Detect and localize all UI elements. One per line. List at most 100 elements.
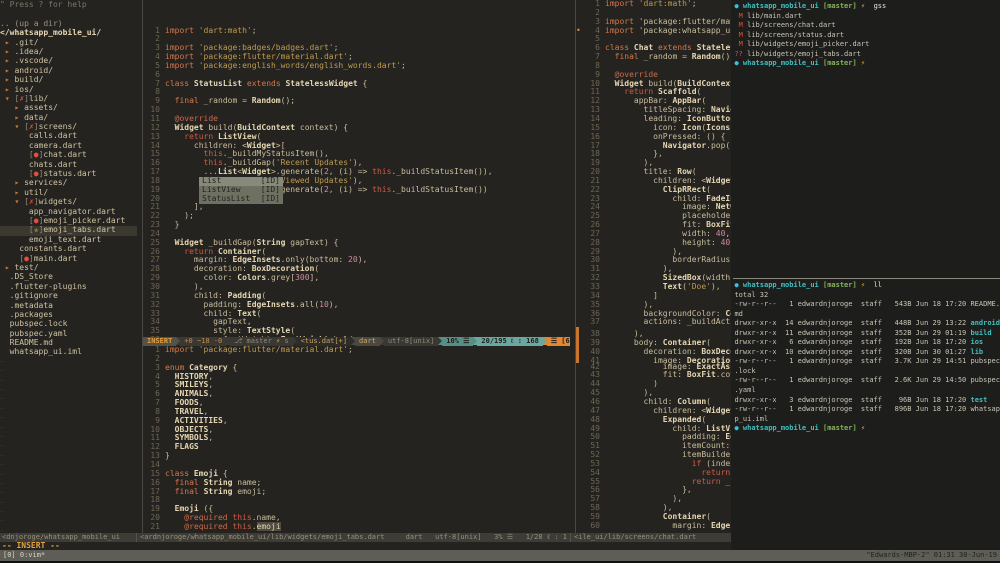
nerdtree-file-explorer[interactable]: " Press ? for help.. (up a dir)</whatsap… bbox=[0, 0, 137, 533]
code-line: 36 fontWeight: FontWeight.bold, bbox=[143, 336, 570, 337]
ls-output-line: -rw-r--r-- 1 edwardnjoroge staff 896B Ju… bbox=[734, 405, 1000, 415]
shell-prompt: ● whatsapp_mobile_ui [master] ⚡ ll bbox=[734, 281, 1000, 291]
code-line: 12 FLAGS bbox=[143, 443, 570, 452]
prompt-dot-icon: ● bbox=[734, 281, 738, 289]
code-line: 17 final String emoji; bbox=[143, 488, 570, 497]
tmux-session: " Press ? for help.. (up a dir)</whatsap… bbox=[0, 0, 1000, 563]
code-line: 1import 'dart:math'; bbox=[143, 27, 570, 36]
ls-output-line: .lock bbox=[734, 367, 1000, 377]
vim-mode-indicator: -- INSERT -- bbox=[0, 542, 731, 550]
code-line: 5import 'package:english_words/english_w… bbox=[143, 62, 570, 71]
tree-arrow-icon: ▸ bbox=[5, 47, 10, 56]
prompt-bolt-icon: ⚡ bbox=[861, 2, 865, 10]
tmux-status-bar: [0] 0:vim* "Edwards-MBP-2" 01:31 30-Jun-… bbox=[0, 550, 1000, 561]
statusline-meta: dart utf-8[unix] 3% ☰ 1/28 ℓ : 1 bbox=[406, 533, 567, 542]
terminal-ls-output[interactable]: ● whatsapp_mobile_ui [master] ⚡ lltotal … bbox=[731, 279, 1000, 550]
git-status-line: M lib/widgets/emoji_picker.dart bbox=[734, 40, 1000, 50]
tree-arrow-icon: ▾ bbox=[14, 197, 19, 206]
code-line: 40 decoration: BoxDecora bbox=[576, 345, 731, 354]
code-line: 9 final _random = Random(); bbox=[143, 97, 570, 106]
tree-arrow-icon: ▸ bbox=[5, 75, 10, 84]
emoji-tabs-statusline: <ardnjoroge/whatsapp_mobile_ui/lib/widge… bbox=[137, 533, 571, 542]
airline-segment: utf-8[unix] bbox=[384, 337, 438, 346]
nerdtree-help: " Press ? for help bbox=[0, 1, 137, 10]
airline-segment: +0 ~18 -0 bbox=[180, 337, 226, 346]
editor-status-dart[interactable]: List[ID]ListView[ID]StatusList[ID] 1impo… bbox=[143, 0, 570, 337]
vim-windows: " Press ? for help.. (up a dir)</whatsap… bbox=[0, 0, 731, 533]
ls-output-line: drwxr-xr-x 6 edwardnjoroge staff 192B Ju… bbox=[734, 338, 1000, 348]
ls-output-line: -rw-r--r-- 1 edwardnjoroge staff 3.7K Ju… bbox=[734, 357, 1000, 367]
prompt-bolt-icon: ⚡ bbox=[861, 281, 865, 289]
ls-output-line: p_ui.iml bbox=[734, 415, 1000, 425]
ls-output-line: md bbox=[734, 310, 1000, 320]
code-line: 13} bbox=[143, 452, 570, 461]
airline-segment: 20/195 ℓ : 168 bbox=[477, 337, 542, 346]
code-line: 7class StatusList extends StatelessWidge… bbox=[143, 80, 570, 89]
shell-prompt: ● whatsapp_mobile_ui [master] ⚡ gss bbox=[734, 2, 1000, 12]
ls-output-line: -rw-r--r-- 1 edwardnjoroge staff 543B Ju… bbox=[734, 300, 1000, 310]
code-line: 21 @required this.emoji bbox=[143, 523, 570, 532]
completion-item[interactable]: StatusList[ID] bbox=[199, 195, 283, 204]
ls-output-line: drwxr-xr-x 3 edwardnjoroge staff 96B Jun… bbox=[734, 396, 1000, 406]
airline-segment: ⎇ master ⚡ s bbox=[230, 337, 292, 346]
tree-arrow-icon: ▸ bbox=[14, 103, 19, 112]
tmux-host-clock: "Edwards-MBP-2" 01:31 30-Jun-19 bbox=[866, 550, 997, 561]
ls-output-line: drwxr-xr-x 10 edwardnjoroge staff 320B J… bbox=[734, 348, 1000, 358]
airline-segment: <tus.dat[+] bbox=[297, 337, 351, 346]
tree-arrow-icon: ▾ bbox=[14, 122, 19, 131]
tree-arrow-icon: ▸ bbox=[5, 38, 10, 47]
editor-emoji-tabs-dart[interactable]: 1import 'package:flutter/material.dart';… bbox=[143, 346, 570, 533]
code-line: 6 ANIMALS, bbox=[143, 390, 570, 399]
terminal-column: ● whatsapp_mobile_ui [master] ⚡ gss M li… bbox=[731, 0, 1000, 550]
tree-arrow-icon: ▸ bbox=[14, 178, 19, 187]
code-line: 60 margin: EdgeIns bbox=[576, 522, 731, 531]
tree-arrow-icon: ▸ bbox=[5, 263, 10, 272]
terminal-git-status[interactable]: ● whatsapp_mobile_ui [master] ⚡ gss M li… bbox=[731, 0, 1000, 278]
chat-statusline: <ile_ui/lib/screens/chat.dart bbox=[571, 533, 731, 542]
gitgutter-sign: • bbox=[576, 27, 582, 36]
gitgutter-sign bbox=[576, 327, 579, 336]
vim-editor: " Press ? for help.. (up a dir)</whatsap… bbox=[0, 0, 731, 550]
nerdtree-item-whatsapp-ui-iml[interactable]: whatsapp_ui.iml bbox=[0, 348, 137, 357]
tree-arrow-icon: ▸ bbox=[14, 113, 19, 122]
tree-arrow-icon: ▾ bbox=[5, 94, 10, 103]
tmux-window-list[interactable]: [0] 0:vim* bbox=[3, 550, 866, 561]
code-line: 39 body: Container( bbox=[576, 336, 731, 345]
inactive-statuslines: <dnjoroge/whatsapp_mobile_ui <ardnjoroge… bbox=[0, 533, 731, 542]
code-line: 37 actions: _buildAction bbox=[576, 318, 731, 327]
git-status-line: M lib/screens/status.dart bbox=[734, 31, 1000, 41]
git-status-line: M lib/screens/chat.dart bbox=[734, 21, 1000, 31]
gitgutter-sign bbox=[576, 345, 579, 354]
gitgutter-sign bbox=[576, 354, 579, 363]
git-status-line: ?? lib/widgets/emoji_tabs.dart bbox=[734, 50, 1000, 60]
ls-output-line: .yaml bbox=[734, 386, 1000, 396]
airline-segment: dart bbox=[355, 337, 380, 346]
code-line: 29 color: Colors.grey[300], bbox=[143, 274, 570, 283]
ls-output-line: -rw-r--r-- 1 edwardnjoroge staff 2.6K Ju… bbox=[734, 376, 1000, 386]
code-line: 21 ], bbox=[143, 203, 570, 212]
ls-output-line: total 32 bbox=[734, 291, 1000, 301]
ls-output-line: drwxr-xr-x 14 edwardnjoroge staff 448B J… bbox=[734, 319, 1000, 329]
tree-arrow-icon: ▸ bbox=[5, 56, 10, 65]
prompt-bolt-icon: ⚡ bbox=[861, 424, 865, 432]
shell-prompt: ● whatsapp_mobile_ui [master] ⚡ bbox=[734, 424, 1000, 434]
editor-chat-dart[interactable]: 1import 'dart:math';23import 'package:fl… bbox=[576, 0, 731, 533]
prompt-bolt-icon: ⚡ bbox=[861, 59, 865, 67]
code-line: 23 } bbox=[143, 221, 570, 230]
airline-segment: ☰ [69]tra. bbox=[547, 337, 570, 346]
code-line: 22 ); bbox=[143, 212, 570, 221]
tree-arrow-icon: ▸ bbox=[14, 188, 19, 197]
shell-prompt: ● whatsapp_mobile_ui [master] ⚡ bbox=[734, 59, 1000, 69]
statusline-filepath: <ardnjoroge/whatsapp_mobile_ui/lib/widge… bbox=[140, 533, 384, 542]
gitgutter-sign bbox=[576, 336, 579, 345]
tree-arrow-icon: ▸ bbox=[5, 66, 10, 75]
middle-column: List[ID]ListView[ID]StatusList[ID] 1impo… bbox=[143, 0, 570, 533]
airline-statusbar: INSERT+0 ~18 -0⎇ master ⚡ s<tus.dat[+]da… bbox=[143, 337, 570, 346]
tree-arrow-icon: ▸ bbox=[5, 85, 10, 94]
code-line: 38 ), bbox=[576, 327, 731, 336]
prompt-dot-icon: ● bbox=[734, 2, 738, 10]
autocomplete-popup[interactable]: List[ID]ListView[ID]StatusList[ID] bbox=[199, 177, 283, 204]
git-status-line: M lib/main.dart bbox=[734, 12, 1000, 22]
ls-output-line: drwxr-xr-x 11 edwardnjoroge staff 352B J… bbox=[734, 329, 1000, 339]
tmux-window: " Press ? for help.. (up a dir)</whatsap… bbox=[0, 0, 1000, 550]
